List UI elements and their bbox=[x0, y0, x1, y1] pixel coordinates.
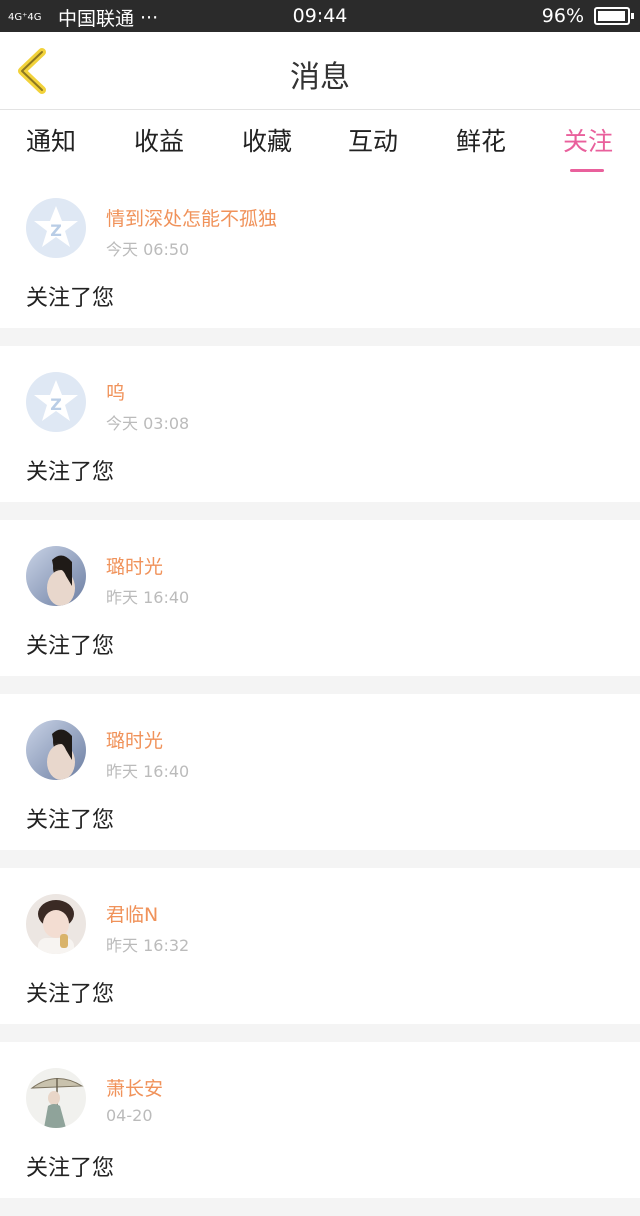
tab-label: 收藏 bbox=[241, 127, 292, 156]
list-item[interactable]: 璐时光 昨天 16:40 关注了您 bbox=[0, 694, 640, 850]
message-time: 今天 06:50 bbox=[106, 240, 190, 259]
tab-label: 收益 bbox=[133, 127, 184, 156]
message-time: 04-20 bbox=[106, 1106, 153, 1125]
qq-default-avatar-icon[interactable]: Z bbox=[26, 198, 86, 258]
tab-label: 通知 bbox=[25, 127, 76, 156]
svg-text:Z: Z bbox=[50, 395, 62, 414]
tab-bar: 通知 收益 收藏 互动 鲜花 关注 bbox=[0, 110, 640, 172]
status-bar: 4G⁺4G 中国联通 ··· 09:44 96% bbox=[0, 0, 640, 32]
header: 消息 bbox=[0, 32, 640, 110]
svg-text:Z: Z bbox=[50, 221, 62, 240]
message-text: 关注了您 bbox=[26, 1156, 115, 1181]
list-item[interactable]: Z 呜 今天 03:08 关注了您 bbox=[0, 346, 640, 502]
battery-percent: 96% bbox=[541, 5, 584, 27]
message-time: 昨天 16:40 bbox=[106, 762, 190, 781]
user-name[interactable]: 君临N bbox=[106, 900, 158, 927]
message-text: 关注了您 bbox=[26, 286, 115, 311]
tab-flowers[interactable]: 鲜花 bbox=[436, 122, 526, 158]
star-icon: Z bbox=[34, 380, 78, 421]
message-time: 昨天 16:32 bbox=[106, 936, 190, 955]
tab-label: 鲜花 bbox=[455, 127, 506, 156]
battery-icon bbox=[594, 7, 634, 25]
user-name[interactable]: 璐时光 bbox=[106, 726, 163, 753]
tab-notifications[interactable]: 通知 bbox=[6, 122, 96, 158]
message-text: 关注了您 bbox=[26, 808, 115, 833]
user-name[interactable]: 萧长安 bbox=[106, 1074, 163, 1101]
list-item[interactable]: Z 情到深处怎能不孤独 今天 06:50 关注了您 bbox=[0, 172, 640, 328]
list-item[interactable]: 萧长安 04-20 关注了您 bbox=[0, 1042, 640, 1198]
user-avatar[interactable] bbox=[26, 1068, 86, 1128]
qq-default-avatar-icon[interactable]: Z bbox=[26, 372, 86, 432]
tab-follows[interactable]: 关注 bbox=[543, 122, 633, 172]
tab-interactions[interactable]: 互动 bbox=[328, 122, 418, 158]
tab-earnings[interactable]: 收益 bbox=[114, 122, 204, 158]
user-name[interactable]: 呜 bbox=[106, 378, 125, 405]
page-title: 消息 bbox=[290, 60, 350, 95]
battery-fill bbox=[598, 11, 625, 21]
list-item[interactable]: 璐时光 昨天 16:40 关注了您 bbox=[0, 520, 640, 676]
message-list[interactable]: Z 情到深处怎能不孤独 今天 06:50 关注了您 Z 呜 今天 03:08 关… bbox=[0, 172, 640, 1216]
photo-avatar-icon bbox=[26, 720, 86, 780]
tab-label: 关注 bbox=[562, 127, 613, 156]
photo-avatar-icon bbox=[26, 1068, 86, 1128]
user-avatar[interactable] bbox=[26, 546, 86, 606]
message-time: 今天 03:08 bbox=[106, 414, 190, 433]
user-name[interactable]: 情到深处怎能不孤独 bbox=[106, 204, 277, 231]
star-icon: Z bbox=[34, 206, 78, 247]
message-text: 关注了您 bbox=[26, 460, 115, 485]
photo-avatar-icon bbox=[26, 894, 86, 954]
message-text: 关注了您 bbox=[26, 982, 115, 1007]
user-avatar[interactable] bbox=[26, 894, 86, 954]
message-text: 关注了您 bbox=[26, 634, 115, 659]
user-name[interactable]: 璐时光 bbox=[106, 552, 163, 579]
photo-avatar-icon bbox=[26, 546, 86, 606]
list-item[interactable]: 君临N 昨天 16:32 关注了您 bbox=[0, 868, 640, 1024]
tab-label: 互动 bbox=[347, 127, 398, 156]
tab-favorites[interactable]: 收藏 bbox=[222, 122, 312, 158]
message-time: 昨天 16:40 bbox=[106, 588, 190, 607]
user-avatar[interactable] bbox=[26, 720, 86, 780]
